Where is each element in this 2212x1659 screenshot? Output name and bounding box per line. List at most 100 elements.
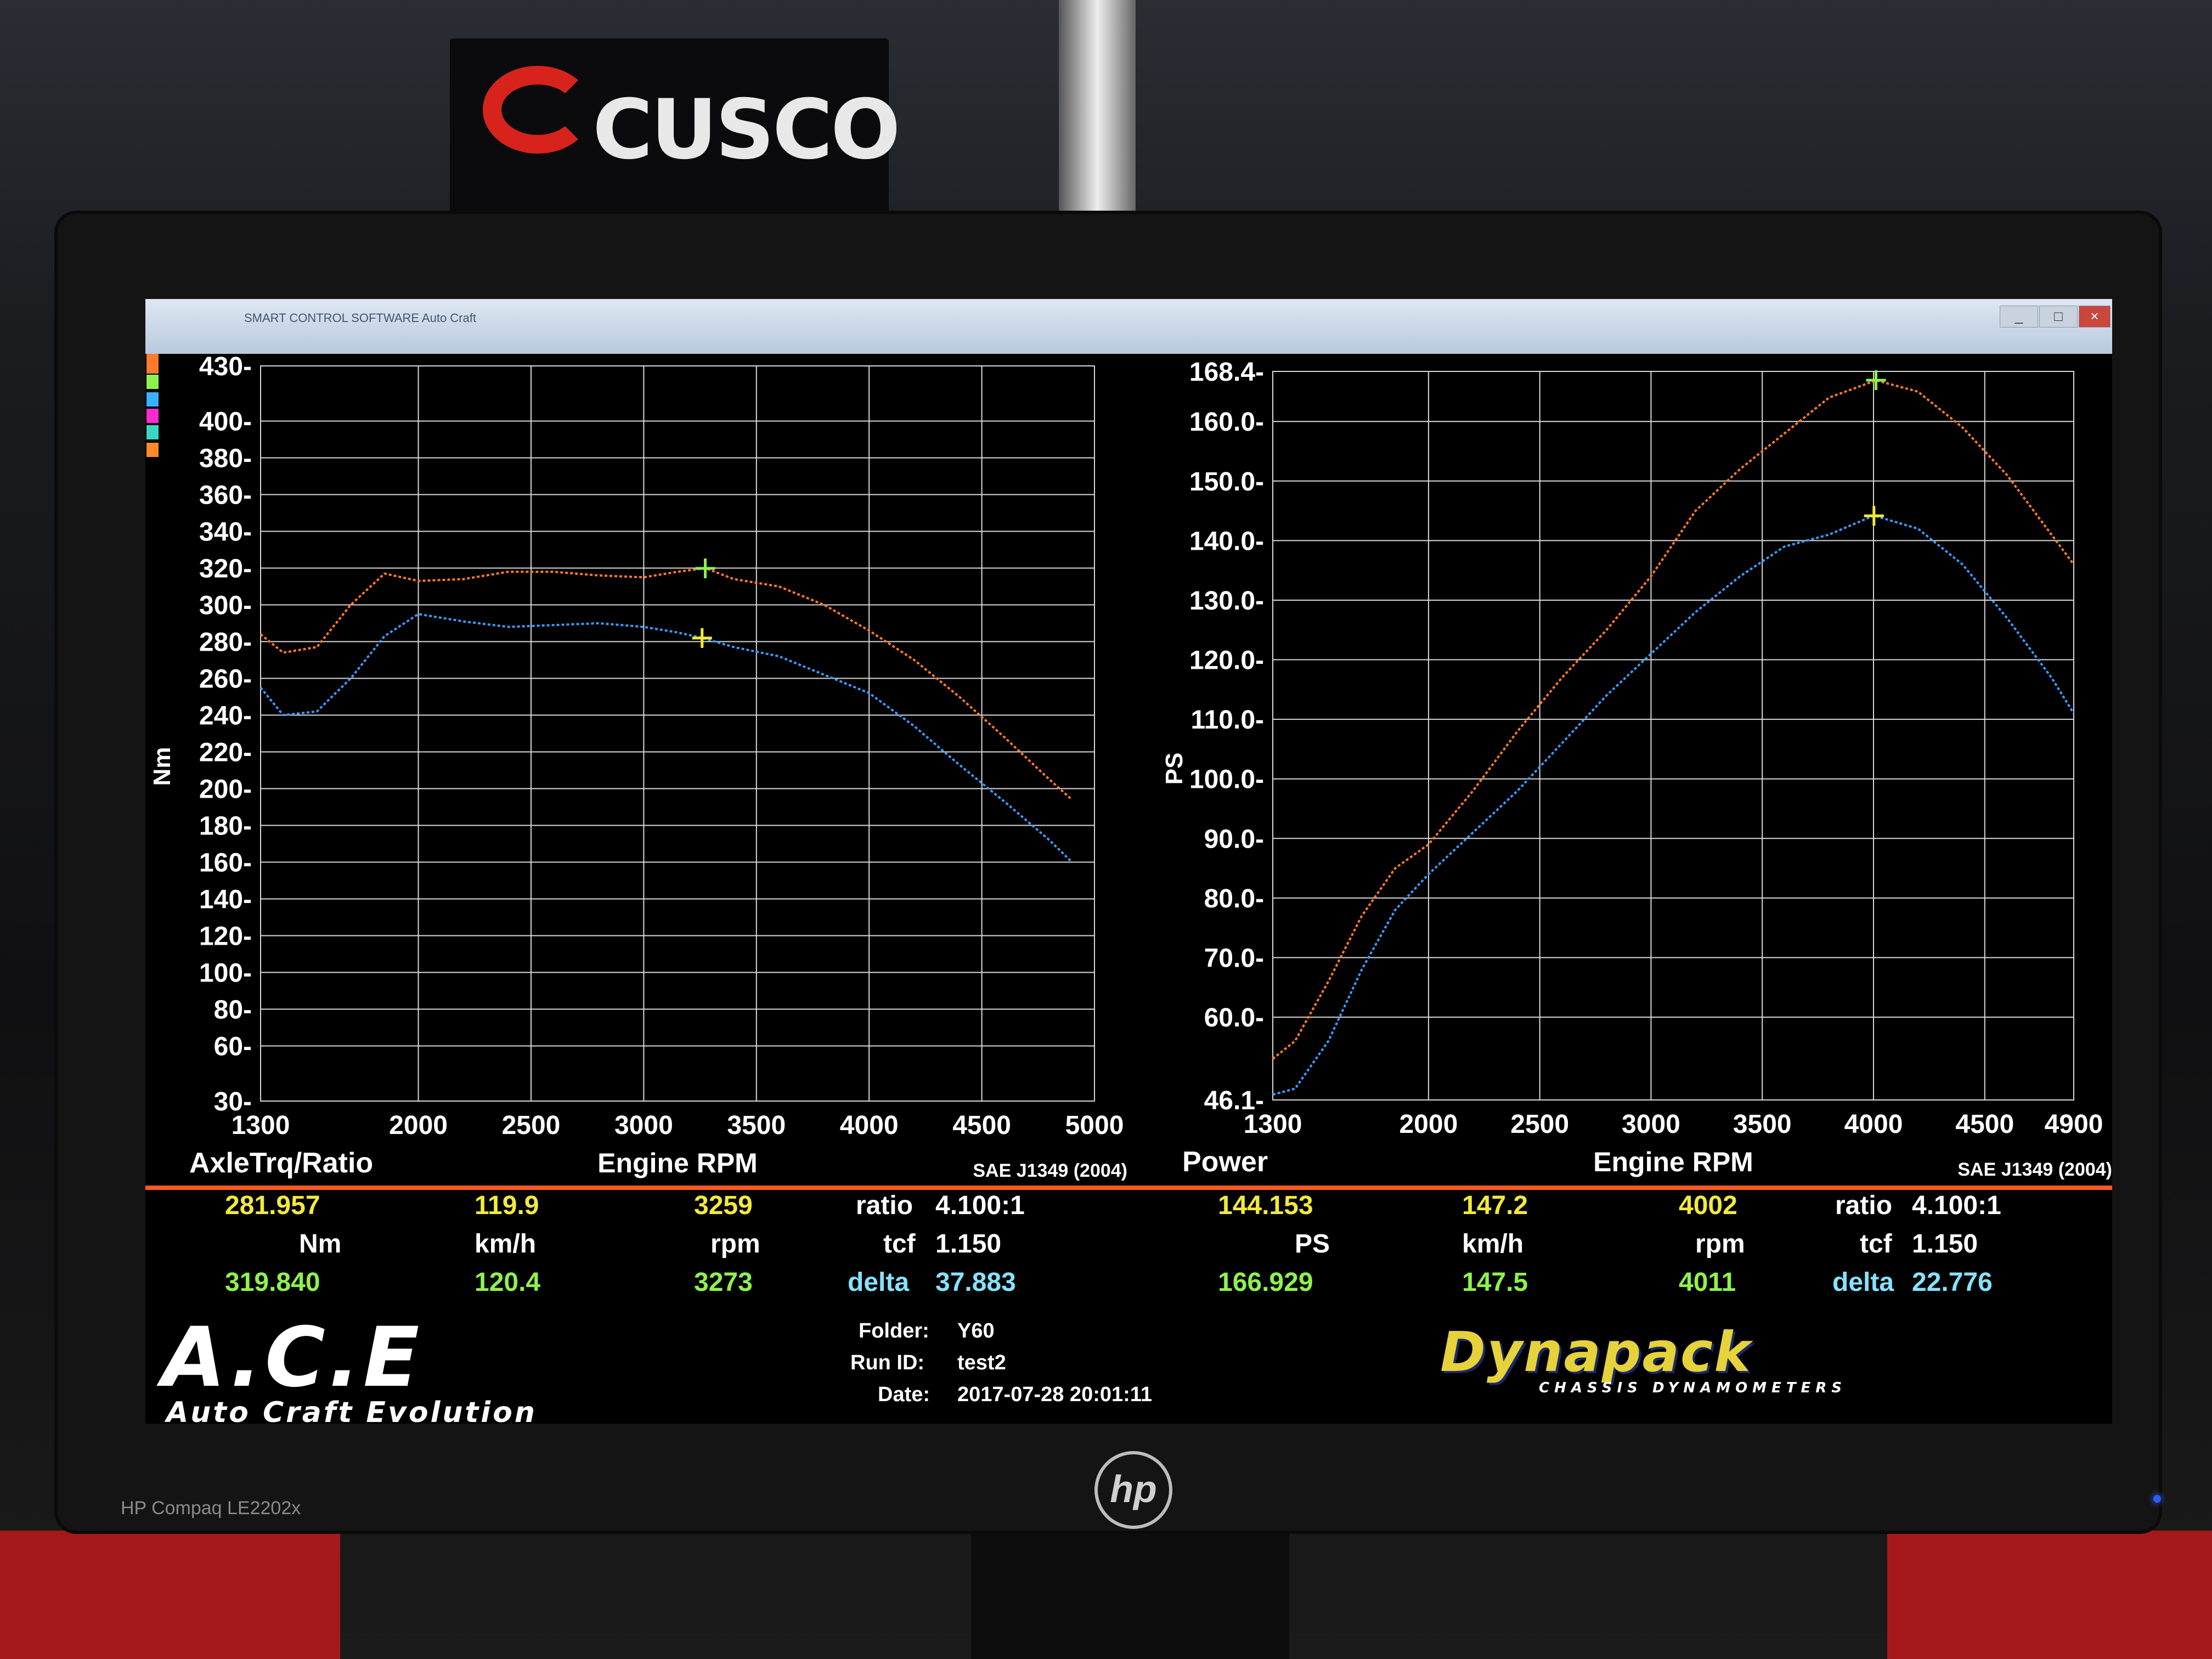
power-x-axis-label: Engine RPM: [1593, 1147, 1753, 1177]
left-rpm-unit: rpm: [710, 1229, 760, 1259]
left-peak-torque-value: 319.840: [225, 1268, 320, 1297]
red-table-left: [0, 1531, 340, 1659]
left-tcf-label: tcf: [883, 1229, 916, 1259]
ace-logo-text: A.C.E: [162, 1310, 423, 1406]
right-speed-unit: km/h: [1462, 1229, 1524, 1259]
charts-canvas: 430- 400- 380- 360- 340- 320- 300- 280- 260- 240-…: [145, 352, 2112, 1190]
torque-y-axis-label: Nm: [149, 747, 176, 786]
torque-y-tick-label: 400-: [199, 408, 252, 437]
power-y-tick-label: 130.0-: [1189, 586, 1264, 616]
power-x-tick-label: 4500: [1955, 1110, 2014, 1139]
power-y-tick-label: 140.0-: [1189, 527, 1264, 556]
torque-x-tick-label: 2500: [502, 1111, 561, 1140]
torque-y-tick-label: 380-: [199, 444, 252, 473]
ace-logo: A.C.E Auto Craft Evolution: [162, 1310, 537, 1424]
right-ratio-value: 4.100:1: [1912, 1191, 2001, 1220]
left-torque-unit: Nm: [299, 1229, 342, 1259]
torque-series-line: [259, 567, 1073, 801]
torque-x-tick-label: 3500: [727, 1111, 786, 1140]
torque-y-tick-label: 240-: [199, 702, 252, 731]
torque-y-tick-label: 60-: [214, 1032, 252, 1062]
power-x-tick-label: 2500: [1510, 1110, 1569, 1139]
power-standard-label: SAE J1349 (2004): [1957, 1159, 2112, 1180]
right-delta-label: delta: [1832, 1268, 1894, 1297]
monitor-brand-label: HP Compaq LE2202x: [121, 1498, 301, 1519]
run-id-label: Run ID:: [850, 1351, 925, 1374]
right-tcf-value: 1.150: [1912, 1229, 1978, 1259]
power-y-tick-label: 100.0-: [1189, 765, 1264, 794]
torque-x-tick-label: 5000: [1065, 1111, 1124, 1140]
dyno-screen: SMART CONTROL SOFTWARE Auto Craft _ □ × …: [145, 299, 2112, 1424]
ace-logo-subtitle: Auto Craft Evolution: [166, 1396, 537, 1424]
torque-y-tick-label: 120-: [199, 922, 252, 951]
torque-y-tick-label: 220-: [199, 738, 252, 768]
torque-standard-label: SAE J1349 (2004): [973, 1160, 1127, 1181]
torque-y-tick-label: 140-: [199, 885, 252, 915]
torque-x-tick-label: 4500: [952, 1111, 1011, 1140]
power-led-icon[interactable]: [2153, 1495, 2161, 1503]
torque-y-tick-label: 100-: [199, 959, 252, 988]
power-x-tick-label: 4900: [2045, 1110, 2103, 1139]
power-y-tick-label: 90.0-: [1204, 825, 1264, 854]
torque-chart-title: AxleTrq/Ratio: [189, 1147, 373, 1179]
torque-x-tick-label: 3000: [614, 1111, 673, 1140]
left-rpm-value: 3259: [694, 1191, 753, 1220]
left-speed-unit: km/h: [475, 1229, 537, 1259]
hp-logo: hp: [1094, 1451, 1172, 1529]
power-x-tick-label: 1300: [1244, 1110, 1302, 1139]
date-value: 2017-07-28 20:01:11: [957, 1383, 1152, 1406]
right-peak-rpm-value: 4011: [1679, 1268, 1736, 1297]
torque-x-tick-label: 2000: [389, 1111, 448, 1140]
right-power-value: 144.153: [1218, 1191, 1313, 1220]
power-x-tick-label: 2000: [1399, 1110, 1458, 1139]
right-tcf-label: tcf: [1860, 1229, 1892, 1259]
folder-value: Y60: [957, 1319, 995, 1342]
power-x-tick-label: 3000: [1622, 1110, 1680, 1139]
cusco-sign-text: CUSCO: [592, 82, 901, 178]
dynapack-logo-subtitle: CHASSIS DYNAMOMETERS: [1539, 1380, 1847, 1396]
torque-x-tick-label: 4000: [840, 1111, 899, 1140]
cusco-logo-mark: [483, 66, 592, 154]
red-table-right: [1887, 1531, 2212, 1659]
power-y-tick-label: 168.4-: [1189, 358, 1264, 387]
torque-y-tick-label: 280-: [199, 628, 252, 657]
torque-y-tick-label: 200-: [199, 775, 252, 804]
torque-y-tick-label: 300-: [199, 591, 252, 620]
torque-x-axis-label: Engine RPM: [597, 1148, 758, 1178]
right-peak-power-value: 166.929: [1218, 1268, 1313, 1297]
right-power-unit: PS: [1295, 1229, 1330, 1259]
torque-y-tick-label: 320-: [199, 555, 252, 584]
metal-pole: [1059, 0, 1136, 219]
power-y-tick-label: 110.0-: [1191, 706, 1264, 735]
left-ratio-label: ratio: [856, 1191, 913, 1220]
date-label: Date:: [878, 1383, 930, 1406]
left-delta-value: 37.883: [935, 1268, 1016, 1297]
right-rpm-value: 4002: [1679, 1191, 1737, 1220]
power-y-tick-label: 160.0-: [1189, 408, 1264, 437]
torque-y-tick-label: 430-: [199, 352, 252, 381]
dynapack-logo: Dynapack CHASSIS DYNAMOMETERS: [1440, 1320, 1847, 1397]
torque-y-tick-label: 80-: [214, 996, 252, 1025]
folder-label: Folder:: [859, 1319, 929, 1342]
power-y-axis-label: PS: [1161, 753, 1188, 785]
power-y-tick-label: 80.0-: [1204, 884, 1264, 913]
left-peak-rpm-value: 3273: [694, 1268, 753, 1297]
left-delta-label: delta: [848, 1268, 910, 1297]
right-delta-value: 22.776: [1912, 1268, 1993, 1297]
run-id-value: test2: [957, 1351, 1006, 1374]
right-ratio-label: ratio: [1835, 1191, 1893, 1220]
torque-y-tick-label: 260-: [199, 665, 252, 694]
torque-plot-frame: [260, 365, 1095, 1102]
right-peak-speed-value: 147.5: [1462, 1268, 1528, 1297]
right-rpm-unit: rpm: [1695, 1229, 1745, 1259]
torque-y-tick-label: 160-: [199, 849, 252, 878]
power-x-tick-label: 4000: [1844, 1110, 1903, 1139]
power-y-tick-label: 70.0-: [1204, 944, 1264, 973]
torque-x-tick-label: 1300: [232, 1111, 290, 1140]
monitor-stand: [971, 1525, 1289, 1659]
dynapack-logo-text: Dynapack: [1440, 1320, 1752, 1384]
left-torque-value: 281.957: [225, 1191, 320, 1220]
left-peak-speed-value: 120.4: [475, 1268, 541, 1297]
torque-y-tick-label: 360-: [199, 481, 252, 510]
torque-y-tick-label: 340-: [199, 518, 252, 547]
